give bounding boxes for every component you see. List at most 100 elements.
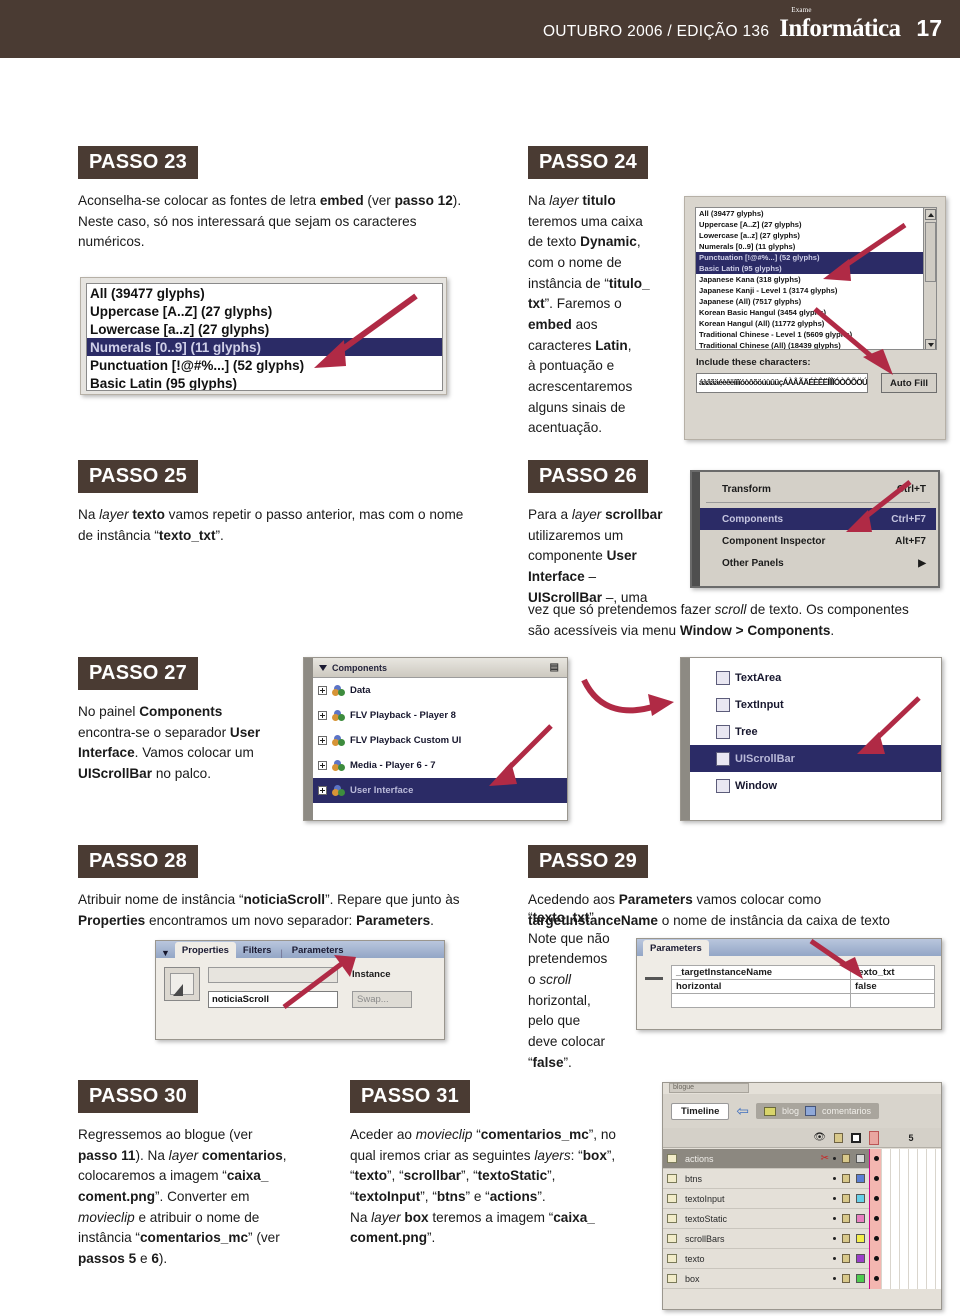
ui-component-row[interactable]: Tree [690,718,941,745]
layer-name-label[interactable]: btns [681,1174,833,1184]
expand-plus-icon[interactable] [318,711,327,720]
scroll-down-arrow-icon[interactable] [924,339,936,349]
parameter-row[interactable]: _targetInstanceName texto_txt [671,965,935,980]
expand-plus-icon[interactable] [318,786,327,795]
embed-glyph-item[interactable]: All (39477 glyphs) [696,208,923,219]
expand-plus-icon[interactable] [318,736,327,745]
layer-lock-icon[interactable] [842,1234,850,1243]
timeline-layer-row[interactable]: btns [663,1168,941,1189]
layer-visibility-dot-icon[interactable] [833,1177,836,1180]
layer-lock-icon[interactable] [842,1174,850,1183]
layer-name-label[interactable]: textoInput [681,1194,833,1204]
timeline-layer-row[interactable]: textoInput [663,1188,941,1209]
layer-outline-color-swatch[interactable] [856,1174,865,1183]
layer-keyframe-strip[interactable] [869,1268,881,1289]
component-category-row[interactable]: FLV Playback Custom UI [313,728,567,753]
layer-visibility-dot-icon[interactable] [833,1197,836,1200]
embed-glyph-item[interactable]: Uppercase [A..Z] (27 glyphs) [696,219,923,230]
layer-keyframe-strip[interactable] [869,1148,881,1169]
breadcrumb-blog[interactable]: blog [782,1106,799,1116]
layer-outline-color-swatch[interactable] [856,1254,865,1263]
ui-component-row[interactable]: Window [690,772,941,799]
tab-properties[interactable]: Properties [174,942,236,958]
embed-glyph-item[interactable]: Japanese (All) (7517 glyphs) [696,296,923,307]
embed-glyph-listbox[interactable]: All (39477 glyphs) Uppercase [A..Z] (27 g… [695,207,937,350]
expand-plus-icon[interactable] [318,761,327,770]
layer-frames-area[interactable] [881,1188,941,1209]
embed-glyph-item[interactable]: Lowercase [a..z] (27 glyphs) [696,230,923,241]
embed-glyph-item[interactable]: Korean Basic Hangul (3454 glyphs) [696,307,923,318]
tab-timeline[interactable]: Timeline [671,1102,730,1120]
timeline-layer-row[interactable]: actions ✂ [663,1148,941,1169]
eye-icon[interactable]: 👁 [813,1132,826,1143]
embed-glyph-item[interactable]: Numerals [0..9] (11 glyphs) [696,241,923,252]
parameters-table[interactable]: _targetInstanceName texto_txt horizontal fa… [671,965,935,1008]
layer-outline-color-swatch[interactable] [856,1154,865,1163]
swap-button[interactable]: Swap... [352,991,412,1008]
glyph-listbox-23[interactable]: All (39477 glyphs) Uppercase [A..Z] (27 g… [86,283,443,391]
parameter-value[interactable]: false [850,979,935,994]
ui-component-row[interactable]: TextArea [690,664,941,691]
ui-panel-grip[interactable] [681,658,690,820]
layer-lock-icon[interactable] [842,1154,850,1163]
timeline-layer-row[interactable]: scrollBars [663,1228,941,1249]
tab-parameters-active[interactable]: Parameters [643,940,709,956]
embed-glyph-item[interactable]: Traditional Chinese - Level 1 (5609 glyp… [696,329,923,340]
component-category-row[interactable]: User Interface [313,778,567,803]
parameter-value[interactable]: texto_txt [850,965,935,980]
playhead-marker[interactable] [869,1130,879,1145]
layer-outline-color-swatch[interactable] [856,1274,865,1283]
outline-icon[interactable] [851,1132,861,1143]
layer-name-label[interactable]: texto [681,1254,833,1264]
properties-collapse-triangle-icon[interactable]: ▼ [156,948,175,958]
embed-list-scrollbar[interactable] [923,208,936,349]
symbol-type-select[interactable] [208,967,338,983]
glyph-list-item[interactable]: Uppercase [A..Z] (27 glyphs) [87,302,442,320]
layer-outline-color-swatch[interactable] [856,1234,865,1243]
panel-grip[interactable] [304,658,313,820]
expand-plus-icon[interactable] [318,686,327,695]
auto-fill-button[interactable]: Auto Fill [881,373,937,393]
layer-frames-area[interactable] [881,1208,941,1229]
layer-keyframe-strip[interactable] [869,1168,881,1189]
component-category-row[interactable]: FLV Playback - Player 8 [313,703,567,728]
menu-item-other-panels[interactable]: Other Panels ▶ [700,552,936,574]
embed-glyph-item[interactable]: Basic Latin (95 glyphs) [696,263,923,274]
tab-filters[interactable]: Filters [236,942,279,958]
window-menu-items[interactable]: Transform Ctrl+T Components Ctrl+F7 Componen… [700,478,936,574]
glyph-list-23-items[interactable]: All (39477 glyphs) Uppercase [A..Z] (27 g… [87,284,442,390]
parameter-row[interactable]: horizontal false [671,979,935,994]
lock-icon[interactable] [834,1132,843,1143]
layer-frames-area[interactable] [881,1148,941,1169]
layer-frames-area[interactable] [881,1168,941,1189]
layer-frames-area[interactable] [881,1268,941,1289]
ui-components-items[interactable]: TextArea TextInput Tree UIScrollBar Window [690,664,941,799]
component-category-row[interactable]: Media - Player 6 - 7 [313,753,567,778]
layer-visibility-dot-icon[interactable] [833,1157,836,1160]
timeline-docked-tab[interactable]: blogue [669,1083,749,1093]
menu-item-components[interactable]: Components Ctrl+F7 [700,508,936,530]
panel-collapse-triangle-icon[interactable] [319,664,327,671]
timeline-layer-row[interactable]: texto [663,1248,941,1269]
layer-name-label[interactable]: actions [681,1154,821,1164]
instance-name-input[interactable]: noticiaScroll [208,991,338,1008]
ui-component-row[interactable]: TextInput [690,691,941,718]
layer-outline-color-swatch[interactable] [856,1214,865,1223]
panel-options-menu-icon[interactable]: ▤ [550,662,559,673]
embed-glyph-item[interactable]: Japanese Kana (318 glyphs) [696,274,923,285]
scroll-up-arrow-icon[interactable] [924,209,936,220]
ui-component-row[interactable]: UIScrollBar [690,745,941,772]
layer-name-label[interactable]: box [681,1274,833,1284]
timeline-layer-row[interactable]: textoStatic [663,1208,941,1229]
layer-keyframe-strip[interactable] [869,1208,881,1229]
embed-glyph-item[interactable]: Japanese Kanji - Level 1 (3174 glyphs) [696,285,923,296]
layer-frames-area[interactable] [881,1248,941,1269]
back-arrow-icon[interactable]: ⇦ [736,1102,749,1120]
layer-keyframe-strip[interactable] [869,1248,881,1269]
layer-frames-area[interactable] [881,1228,941,1249]
glyph-list-item[interactable]: Numerals [0..9] (11 glyphs) [87,338,442,356]
glyph-list-item[interactable]: Lowercase [a..z] (27 glyphs) [87,320,442,338]
breadcrumb-comentarios[interactable]: comentarios [822,1106,871,1116]
layer-keyframe-strip[interactable] [869,1228,881,1249]
menu-item-transform[interactable]: Transform Ctrl+T [700,478,936,500]
